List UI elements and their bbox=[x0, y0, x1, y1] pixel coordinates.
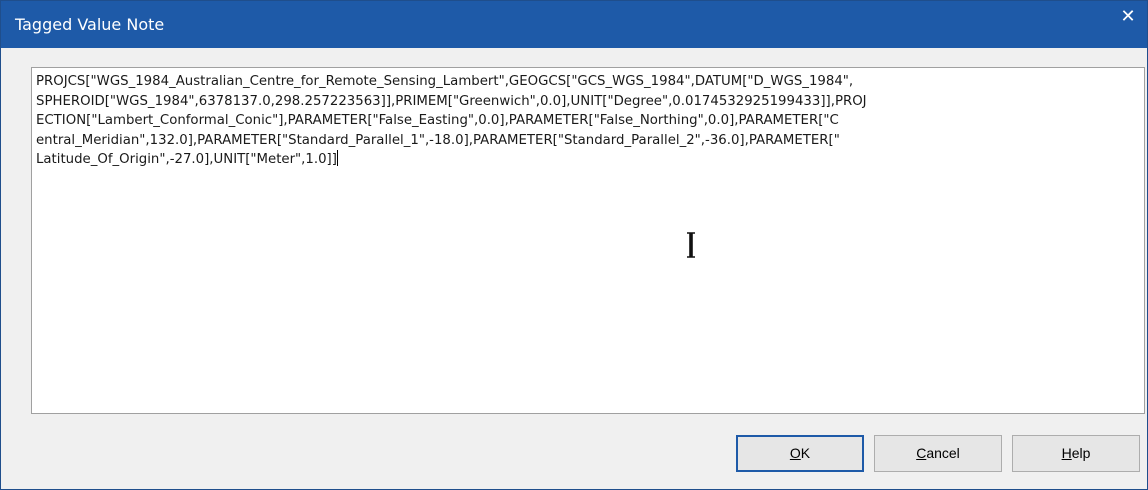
note-line: entral_Meridian",132.0],PARAMETER["Stand… bbox=[36, 132, 840, 148]
ok-label: K bbox=[800, 445, 811, 461]
cancel-label: ancel bbox=[926, 445, 960, 461]
window-title: Tagged Value Note bbox=[15, 15, 165, 34]
note-line: ECTION["Lambert_Conformal_Conic"],PARAME… bbox=[36, 113, 839, 128]
note-textarea[interactable]: PROJCS["WGS_1984_Australian_Centre_for_R… bbox=[31, 67, 1145, 414]
help-button[interactable]: Help bbox=[1012, 435, 1140, 472]
close-button[interactable]: ✕ bbox=[1115, 5, 1141, 29]
close-icon: ✕ bbox=[1120, 6, 1136, 27]
ok-mnemonic: O bbox=[789, 445, 801, 461]
title-bar[interactable]: Tagged Value Note ✕ bbox=[1, 1, 1147, 48]
ibeam-cursor-icon bbox=[687, 232, 695, 258]
cancel-mnemonic: C bbox=[916, 445, 927, 461]
help-mnemonic: H bbox=[1061, 445, 1072, 461]
cancel-button[interactable]: Cancel bbox=[874, 435, 1002, 472]
note-line: Latitude_Of_Origin",-27.0],UNIT["Meter",… bbox=[36, 152, 337, 167]
note-line: PROJCS["WGS_1984_Australian_Centre_for_R… bbox=[36, 74, 854, 89]
note-text: PROJCS["WGS_1984_Australian_Centre_for_R… bbox=[36, 72, 1142, 170]
note-line: SPHEROID["WGS_1984",6378137.0,298.257223… bbox=[36, 93, 867, 109]
text-caret bbox=[336, 150, 338, 166]
help-label: elp bbox=[1071, 445, 1091, 461]
ok-button[interactable]: OK bbox=[736, 435, 864, 472]
tagged-value-note-dialog: Tagged Value Note ✕ PROJCS["WGS_1984_Aus… bbox=[0, 0, 1148, 490]
